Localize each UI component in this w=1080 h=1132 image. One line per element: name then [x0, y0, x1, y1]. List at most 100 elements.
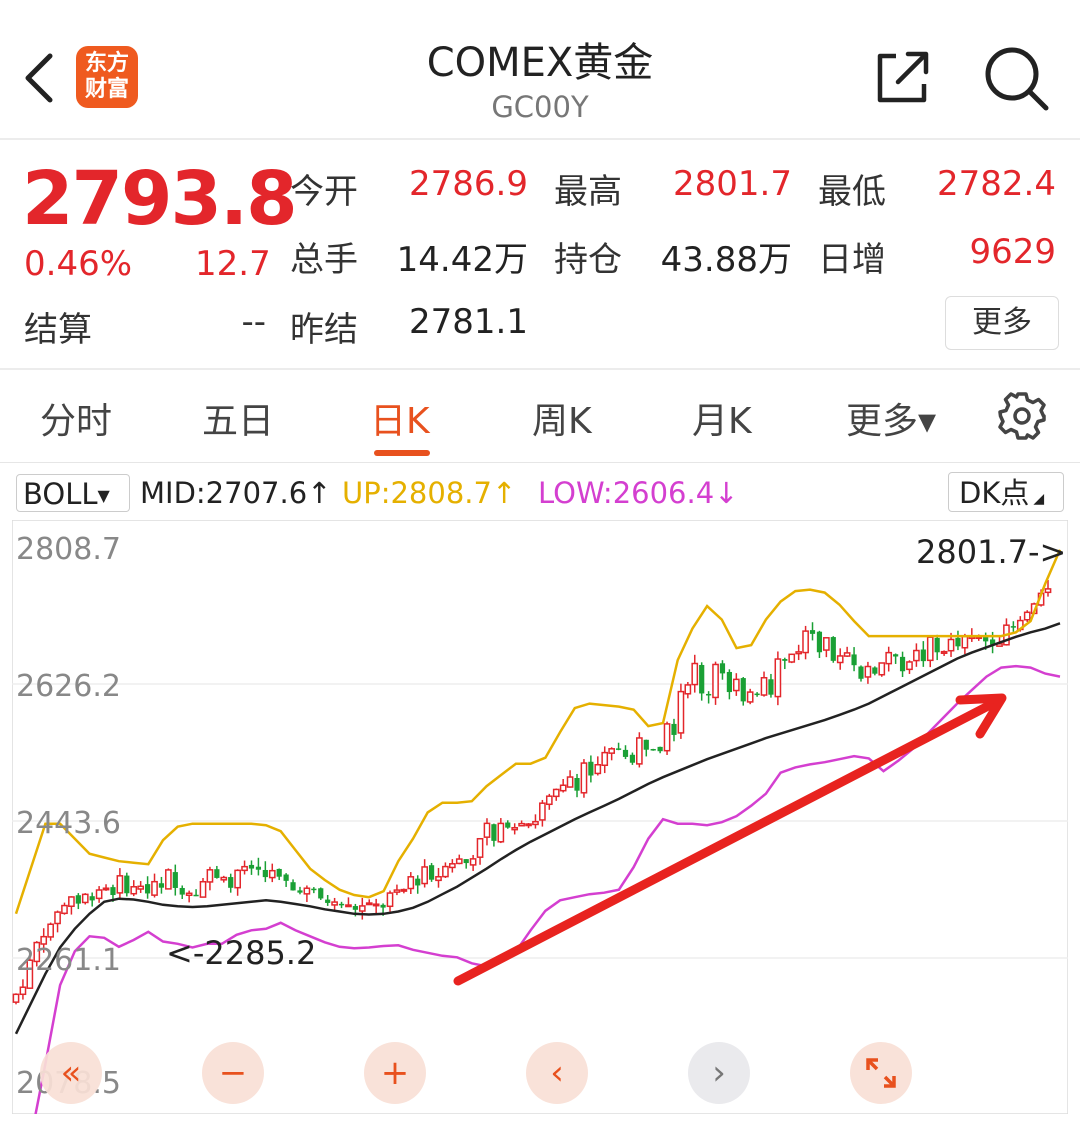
candle-body	[311, 888, 317, 891]
candle-body	[913, 649, 920, 662]
low-label: 最低	[818, 172, 886, 212]
candle-body	[732, 678, 740, 692]
open-interest-value: 43.88万	[660, 240, 792, 280]
candle-body	[525, 823, 532, 827]
candle-body	[19, 986, 27, 996]
candle-body	[858, 666, 864, 679]
candle-body	[920, 649, 926, 662]
open-interest-label: 持仓	[554, 240, 622, 280]
app-logo: 东方 财富	[76, 46, 138, 108]
candle-body	[331, 901, 338, 906]
candle-body	[144, 884, 151, 894]
candle-body	[594, 763, 602, 775]
indicator-select[interactable]: BOLL▼	[16, 474, 130, 512]
candle-body	[318, 888, 324, 899]
candle-body	[663, 723, 671, 752]
candle-body	[95, 889, 103, 900]
chart-settings-button[interactable]	[996, 390, 1048, 442]
candle-body	[706, 693, 712, 696]
boll-mid-value: MID:2707.6↑	[140, 476, 332, 510]
candle-body	[691, 662, 699, 686]
candle-body	[165, 869, 172, 890]
candle-body	[719, 663, 726, 674]
candle-body	[345, 904, 352, 908]
candle-body	[1023, 611, 1031, 621]
change-percent: 0.46%	[24, 244, 133, 284]
candle-body	[89, 896, 95, 901]
candle-body	[214, 869, 220, 878]
low-annotation: <-2285.2	[166, 934, 316, 972]
candle-body	[415, 878, 421, 886]
more-quote-button[interactable]: 更多	[945, 296, 1059, 350]
y-tick-label: 2443.6	[16, 806, 121, 841]
candle-body	[893, 654, 899, 657]
candle-body	[885, 651, 893, 665]
dk-point-label: DK点	[959, 476, 1030, 510]
tab-intraday[interactable]: 分时	[40, 392, 112, 444]
prev-settle-value: 2781.1	[409, 302, 528, 342]
top-header: 东方 财富 COMEX黄金 GC00Y	[0, 0, 1080, 140]
zoom-out-button[interactable]: −	[202, 1042, 264, 1104]
open-label: 今开	[290, 172, 358, 212]
candle-body	[899, 656, 906, 672]
dk-point-button[interactable]: DK点 ◢	[948, 472, 1064, 512]
candle-body	[234, 869, 241, 889]
page-title: COMEX黄金	[426, 40, 654, 86]
candle-body	[955, 637, 961, 647]
candle-body	[788, 653, 796, 663]
candle-body	[206, 869, 214, 883]
candle-body	[110, 887, 116, 896]
tab-daily-k[interactable]: 日K	[370, 392, 430, 444]
candle-body	[677, 690, 685, 734]
candle-body	[580, 762, 588, 794]
fullscreen-button[interactable]	[850, 1042, 912, 1104]
candle-body	[650, 749, 656, 751]
tab-weekly-k[interactable]: 周K	[532, 392, 592, 444]
kline-chart[interactable]: 2808.72626.22443.62261.12078.5 2801.7-> …	[12, 520, 1068, 1114]
tab-monthly-k[interactable]: 月K	[692, 392, 752, 444]
tab-more[interactable]: 更多▾	[846, 392, 936, 444]
prev-settle-label: 昨结	[290, 310, 358, 350]
candle-body	[372, 903, 380, 907]
low-value: 2782.4	[937, 164, 1056, 204]
candle-body	[754, 693, 760, 696]
share-button[interactable]	[870, 44, 934, 108]
candle-body	[961, 635, 969, 649]
candle-body	[455, 858, 463, 865]
candle-body	[588, 761, 594, 776]
candle-body	[476, 837, 484, 858]
search-icon	[985, 47, 1049, 111]
page-back-button[interactable]: «	[40, 1042, 102, 1104]
search-button[interactable]	[980, 42, 1052, 114]
candle-body	[137, 885, 145, 890]
candle-body	[934, 637, 940, 653]
candle-body	[276, 868, 282, 877]
candle-body	[491, 824, 497, 841]
boll-low-value: LOW:2606.4↓	[538, 476, 739, 510]
corner-caret-icon: ◢	[1033, 491, 1045, 507]
candle-body	[768, 679, 774, 695]
candle-body	[511, 826, 519, 831]
candle-body	[906, 661, 913, 671]
candle-body	[823, 637, 830, 651]
candle-body	[290, 882, 296, 891]
candle-body	[601, 751, 609, 767]
indicator-name: BOLL	[23, 477, 98, 511]
chevron-right-icon: ›	[712, 1053, 726, 1093]
tab-five-day[interactable]: 五日	[202, 392, 274, 444]
candle-body	[365, 902, 373, 906]
chevron-left-icon: ‹	[550, 1053, 564, 1093]
move-left-button[interactable]: ‹	[526, 1042, 588, 1104]
high-label: 最高	[554, 172, 622, 212]
share-icon	[877, 51, 929, 103]
back-button[interactable]	[18, 48, 62, 108]
candle-body	[435, 876, 442, 882]
candle-body	[297, 890, 303, 893]
candle-body	[116, 875, 124, 894]
candle-body	[75, 895, 81, 904]
active-tab-indicator	[374, 450, 430, 456]
y-tick-label: 2626.2	[16, 669, 121, 704]
zoom-in-button[interactable]: +	[364, 1042, 426, 1104]
logo-line1: 东方	[84, 51, 129, 76]
move-right-button[interactable]: ›	[688, 1042, 750, 1104]
